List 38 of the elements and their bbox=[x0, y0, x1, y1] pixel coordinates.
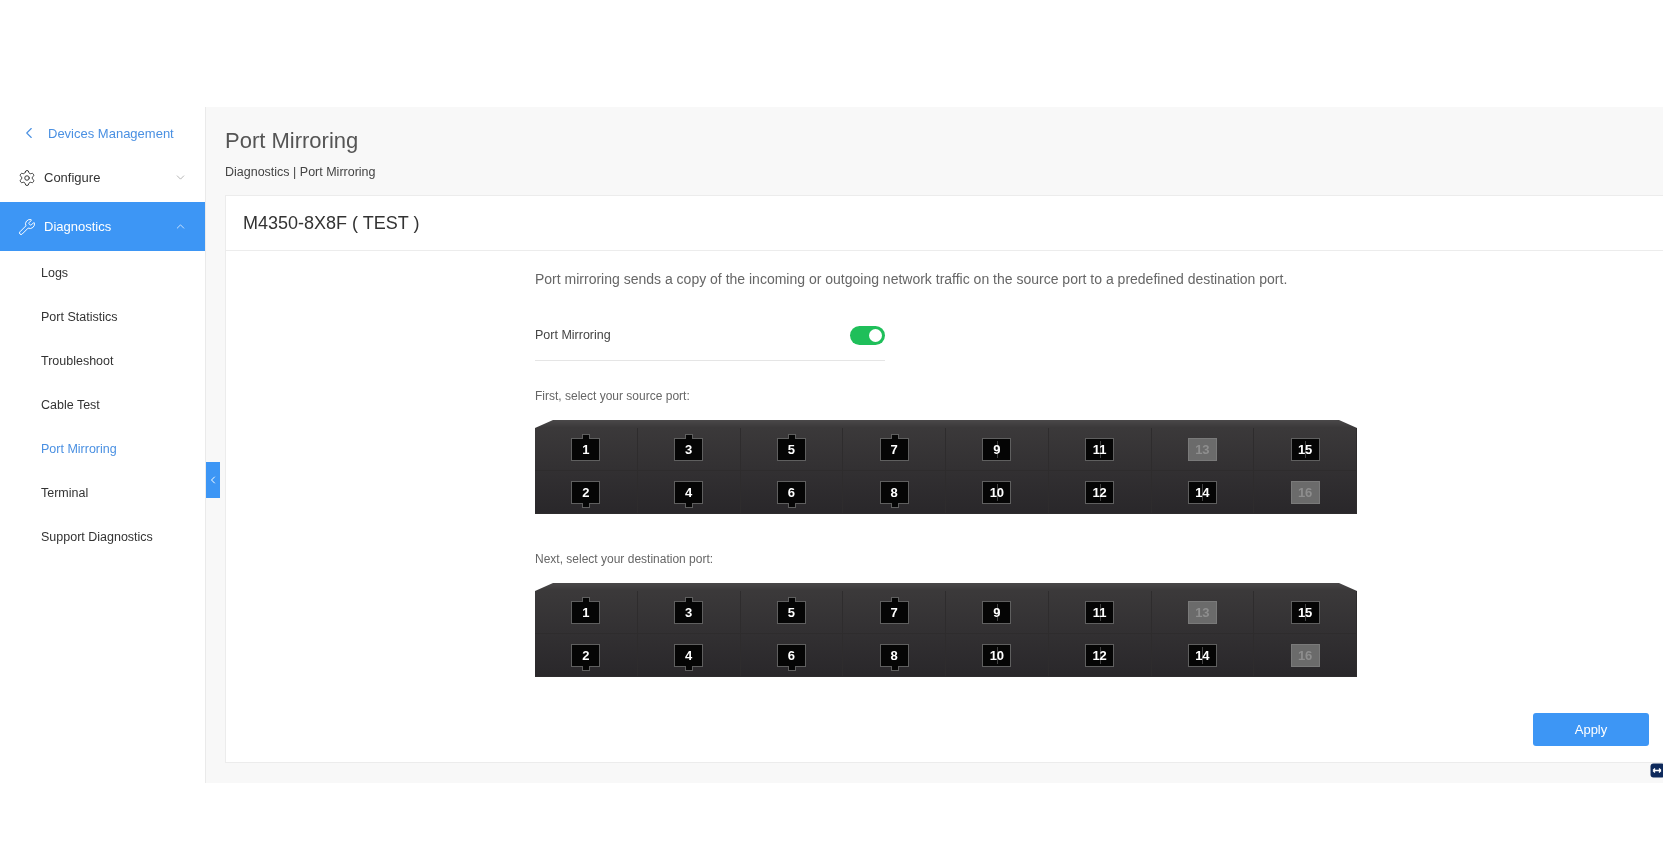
port[interactable]: 5 bbox=[776, 600, 806, 624]
description: Port mirroring sends a copy of the incoming or outgoing network traffic on the source port to a predefined destination port. bbox=[535, 271, 1289, 287]
port[interactable]: 5 bbox=[776, 437, 806, 461]
port[interactable]: 3 bbox=[674, 437, 704, 461]
port[interactable]: 9 bbox=[982, 600, 1012, 624]
nav-subitem[interactable]: Logs bbox=[0, 251, 205, 295]
port[interactable]: 15 bbox=[1290, 437, 1320, 461]
port[interactable]: 14 bbox=[1187, 480, 1217, 504]
port[interactable]: 11 bbox=[1085, 437, 1115, 461]
nav-subitem[interactable]: Support Diagnostics bbox=[0, 515, 205, 559]
collapse-button[interactable] bbox=[206, 462, 220, 498]
port[interactable]: 3 bbox=[674, 600, 704, 624]
toggle-switch[interactable] bbox=[850, 325, 885, 345]
panel-label: Next, select your destination port: bbox=[535, 552, 715, 566]
panel-label: First, select your source port: bbox=[535, 389, 691, 403]
port[interactable]: 7 bbox=[879, 600, 909, 624]
port[interactable]: 12 bbox=[1085, 480, 1115, 504]
nav-subitem[interactable]: Troubleshoot bbox=[0, 339, 205, 383]
port[interactable]: 1 bbox=[571, 600, 601, 624]
breadcrumb: Diagnostics | Port Mirroring bbox=[225, 165, 377, 179]
port[interactable]: 9 bbox=[982, 437, 1012, 461]
port[interactable]: 1 bbox=[571, 437, 601, 461]
port[interactable]: 14 bbox=[1187, 643, 1217, 667]
nav-subitem[interactable]: Terminal bbox=[0, 471, 205, 515]
wrench-icon bbox=[18, 217, 36, 236]
gear-icon bbox=[18, 168, 36, 187]
port[interactable]: 15 bbox=[1290, 600, 1320, 624]
device-title: M4350-8X8F ( TEST ) bbox=[243, 212, 420, 234]
nav-subitem[interactable]: Cable Test bbox=[0, 383, 205, 427]
port[interactable]: 7 bbox=[879, 437, 909, 461]
toggle-label: Port Mirroring bbox=[535, 328, 611, 342]
port[interactable]: 10 bbox=[982, 480, 1012, 504]
page-title: Port Mirroring bbox=[225, 128, 360, 154]
port[interactable]: 11 bbox=[1085, 600, 1115, 624]
port[interactable]: 12 bbox=[1085, 643, 1115, 667]
nav-item[interactable]: Configure bbox=[0, 153, 205, 202]
nav-subitem[interactable]: Port Statistics bbox=[0, 295, 205, 339]
port[interactable]: 10 bbox=[982, 643, 1012, 667]
